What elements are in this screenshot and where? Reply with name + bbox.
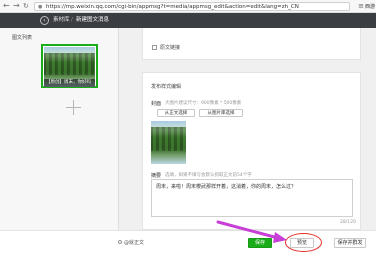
cover-size-hint: 大图片建议尺寸：900像素 * 500像素 xyxy=(165,101,242,106)
refresh-icon[interactable]: ↻ xyxy=(23,1,29,11)
annotation-circle xyxy=(285,233,322,252)
summary-label: 摘要 xyxy=(151,173,162,179)
forward-arrow-icon[interactable]: → xyxy=(13,1,20,11)
browser-toolbar: ← → ↻ ● https://mp.weixin.qq.com/cgi-bin… xyxy=(0,0,376,13)
article-list-sidebar: 图文列表 【原创】周末，你好吗 xyxy=(0,28,119,230)
lock-icon: ● xyxy=(38,4,43,10)
public-radio[interactable] xyxy=(118,240,122,244)
source-link-checkbox[interactable] xyxy=(152,45,157,50)
breadcrumb-home[interactable]: 素材库 xyxy=(53,16,70,25)
breadcrumb-current: 新建图文消息 xyxy=(76,17,110,23)
menu-icon[interactable]: ≡ xyxy=(358,2,364,10)
cover-image-preview[interactable] xyxy=(151,121,186,164)
public-label: @就正文 xyxy=(124,240,145,246)
sidebar-title: 图文列表 xyxy=(12,35,33,41)
select-from-body-button[interactable]: 从正文选择 xyxy=(157,109,195,117)
cover-label: 封面 xyxy=(151,101,162,107)
browser-right-label: 西游 xyxy=(364,4,375,10)
article-card[interactable]: 【原创】周末，你好吗 xyxy=(41,44,98,88)
breadcrumb-separator: / xyxy=(71,17,73,23)
select-from-library-button[interactable]: 从图片库选择 xyxy=(199,109,243,117)
address-bar[interactable]: ● https://mp.weixin.qq.com/cgi-bin/appms… xyxy=(34,2,350,11)
summary-text: 周末，来啦！周末櫻武那样开着，这消着，你的周末，怎么过？ xyxy=(156,184,297,190)
editor-area: 原文链接 发布样式编辑 封面 大图片建议尺寸：900像素 * 500像素 从正文… xyxy=(120,28,376,230)
save-and-send-button[interactable]: 保存并群发 xyxy=(334,238,366,248)
add-article-plus-icon[interactable] xyxy=(66,100,81,115)
summary-textarea[interactable]: 周末，来啦！周末櫻武那样开着，这消着，你的周末，怎么过？ xyxy=(151,179,353,217)
article-card-title: 【原创】周末，你好吗 xyxy=(44,79,95,87)
source-link-label: 原文链接 xyxy=(160,45,181,51)
back-arrow-icon[interactable]: ← xyxy=(3,1,10,11)
page-header: ‹ 素材库 / 新建图文消息 xyxy=(0,13,376,28)
back-circle-icon[interactable]: ‹ xyxy=(40,16,49,25)
summary-hint: 选填，如果不填写会默认抓取正文前54个字 xyxy=(165,173,252,178)
source-link-panel: 原文链接 xyxy=(142,28,361,60)
save-button[interactable]: 保存 xyxy=(248,238,272,248)
publish-style-title: 发布样式编辑 xyxy=(151,84,182,90)
url-text[interactable]: https://mp.weixin.qq.com/cgi-bin/appmsg?… xyxy=(46,4,346,11)
publish-style-panel: 发布样式编辑 封面 大图片建议尺寸：900像素 * 500像素 从正文选择 从图… xyxy=(142,72,361,230)
summary-char-count: 28/120 xyxy=(340,220,356,225)
